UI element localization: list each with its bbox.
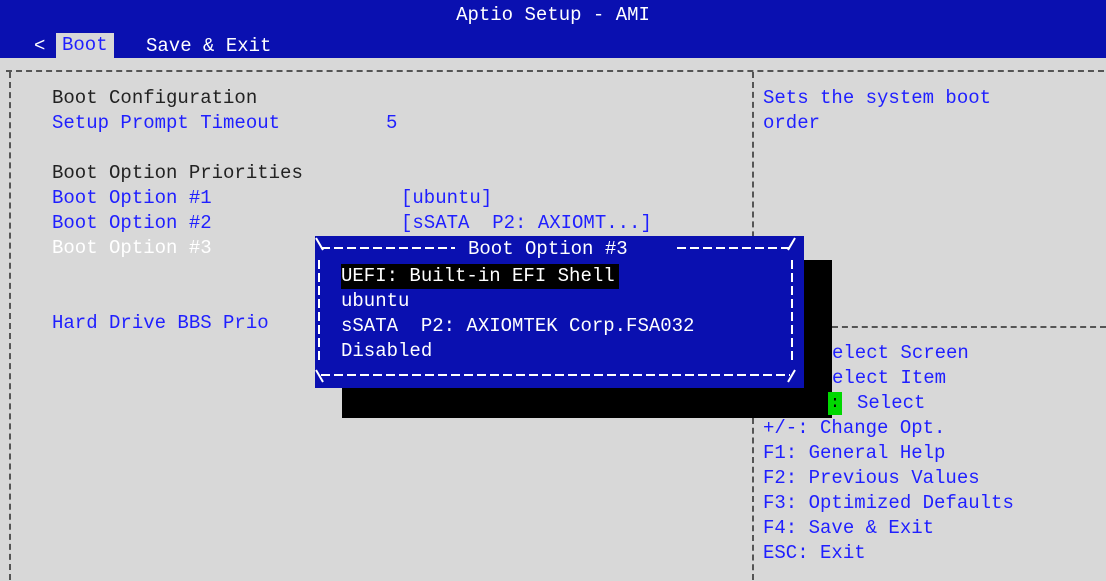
left-border bbox=[9, 72, 11, 580]
key-select: Select bbox=[857, 392, 926, 414]
hard-drive-bbs-priorities[interactable]: Hard Drive BBS Prio bbox=[52, 311, 269, 336]
tab-boot[interactable]: Boot bbox=[56, 33, 114, 58]
select-key-marker: : bbox=[828, 392, 842, 415]
help-description-line-2: order bbox=[763, 112, 821, 134]
tab-scroll-left-arrow[interactable]: < bbox=[34, 34, 45, 59]
key-optimized-defaults: F3: Optimized Defaults bbox=[763, 492, 1014, 514]
boot-option-2-value[interactable]: [sSATA P2: AXIOMT...] bbox=[401, 211, 652, 236]
popup-option-ubuntu[interactable]: ubuntu bbox=[341, 289, 409, 314]
key-esc-exit: ESC: Exit bbox=[763, 542, 866, 564]
key-change-opt: +/-: Change Opt. bbox=[763, 417, 946, 439]
boot-option-1-value[interactable]: [ubuntu] bbox=[401, 186, 492, 211]
column-divider-lower bbox=[752, 418, 754, 580]
top-border bbox=[6, 70, 1104, 72]
popup-option-disabled[interactable]: Disabled bbox=[341, 339, 432, 364]
boot-option-1-label[interactable]: Boot Option #1 bbox=[52, 186, 212, 211]
key-previous-values: F2: Previous Values bbox=[763, 467, 980, 489]
setup-prompt-timeout-label[interactable]: Setup Prompt Timeout bbox=[52, 111, 280, 136]
boot-configuration-heading: Boot Configuration bbox=[52, 87, 258, 109]
popup-option-uefi-shell[interactable]: UEFI: Built-in EFI Shell bbox=[341, 264, 619, 289]
boot-option-2-label[interactable]: Boot Option #2 bbox=[52, 211, 212, 236]
key-general-help: F1: General Help bbox=[763, 442, 946, 464]
boot-option-3-popup: Boot Option #3 UEFI: Built-in EFI Shell … bbox=[315, 236, 804, 388]
key-select-screen: elect Screen bbox=[832, 342, 969, 364]
tab-save-exit[interactable]: Save & Exit bbox=[146, 34, 271, 59]
boot-option-priorities-heading: Boot Option Priorities bbox=[52, 162, 303, 184]
popup-option-ssata[interactable]: sSATA P2: AXIOMTEK Corp.FSA032 bbox=[341, 314, 694, 339]
help-separator bbox=[832, 326, 1106, 328]
key-select-item: elect Item bbox=[832, 367, 947, 389]
app-title: Aptio Setup - AMI bbox=[456, 4, 650, 26]
boot-option-3-label[interactable]: Boot Option #3 bbox=[52, 236, 212, 261]
help-description-line-1: Sets the system boot bbox=[763, 87, 992, 109]
key-save-exit: F4: Save & Exit bbox=[763, 517, 935, 539]
setup-prompt-timeout-value[interactable]: 5 bbox=[386, 111, 397, 136]
popup-title: Boot Option #3 bbox=[468, 238, 628, 260]
